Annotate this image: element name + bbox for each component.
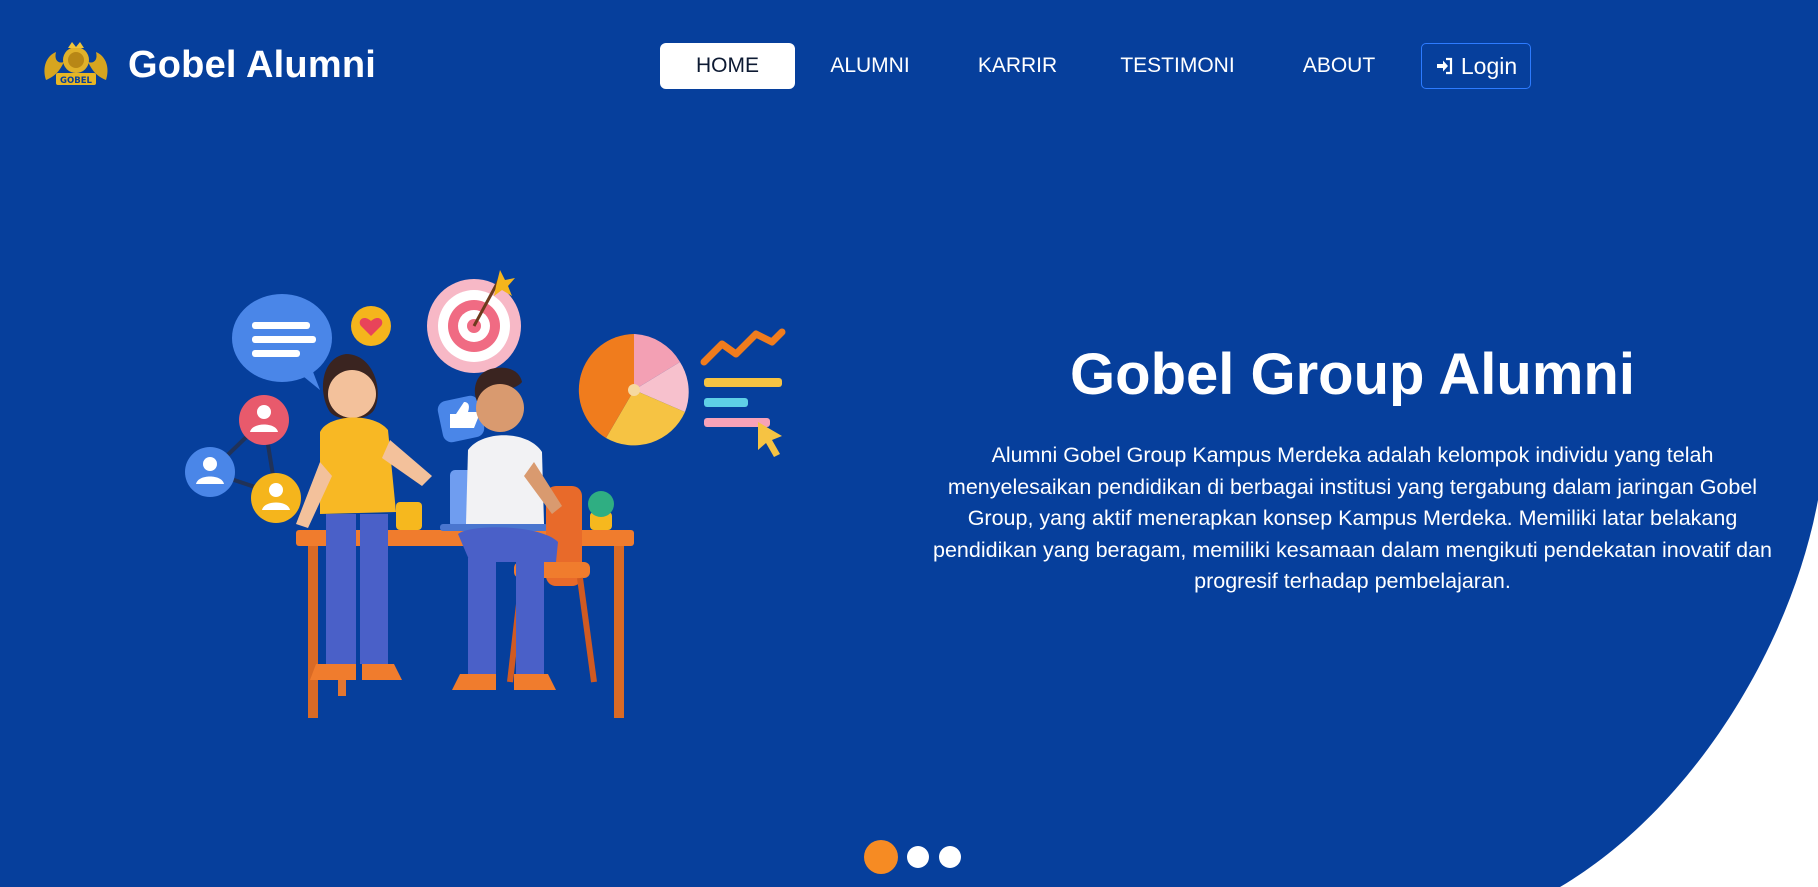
bar-yellow (704, 378, 782, 387)
sign-in-icon (1436, 57, 1452, 75)
page: GOBEL Gobel Alumni HOME ALUMNI KARRIR TE… (0, 0, 1818, 887)
heart-badge-icon (351, 306, 391, 346)
mug-icon (396, 502, 422, 530)
teamwork-illustration (185, 270, 786, 718)
nav-about[interactable]: ABOUT (1265, 43, 1413, 89)
hero-title: Gobel Group Alumni (1070, 342, 1635, 407)
network-icon (185, 395, 301, 523)
hero-content: Gobel Group Alumni Alumni Gobel Group Ka… (930, 340, 1775, 598)
nav-home[interactable]: HOME (660, 43, 795, 89)
navbar: GOBEL Gobel Alumni HOME ALUMNI KARRIR TE… (0, 0, 1818, 130)
pie-chart-icon (578, 334, 689, 446)
logo-text: GOBEL (60, 76, 92, 86)
brand-name: Gobel Alumni (128, 43, 376, 86)
carousel-dot-3[interactable] (939, 846, 961, 868)
chat-bubble-icon (232, 294, 332, 390)
trend-line-icon (700, 328, 786, 366)
hero-description: Alumni Gobel Group Kampus Merdeka adalah… (933, 443, 1772, 593)
carousel-dot-2[interactable] (907, 846, 929, 868)
bar-cyan (704, 398, 748, 407)
login-label: Login (1460, 52, 1518, 79)
nav-testimoni[interactable]: TESTIMONI (1090, 43, 1265, 89)
nav-alumni[interactable]: ALUMNI (795, 43, 945, 89)
target-icon (427, 270, 521, 373)
carousel-indicators (864, 840, 971, 874)
cursor-icon (758, 422, 782, 457)
gobel-crest-icon: GOBEL (44, 42, 108, 86)
plant-icon (588, 491, 614, 530)
carousel-dot-1[interactable] (864, 840, 898, 874)
nav-karrir[interactable]: KARRIR (945, 43, 1090, 89)
main-nav: HOME ALUMNI KARRIR TESTIMONI ABOUT Login (660, 43, 1531, 89)
login-button[interactable]: Login (1421, 43, 1531, 89)
brand[interactable]: GOBEL Gobel Alumni (38, 40, 376, 90)
